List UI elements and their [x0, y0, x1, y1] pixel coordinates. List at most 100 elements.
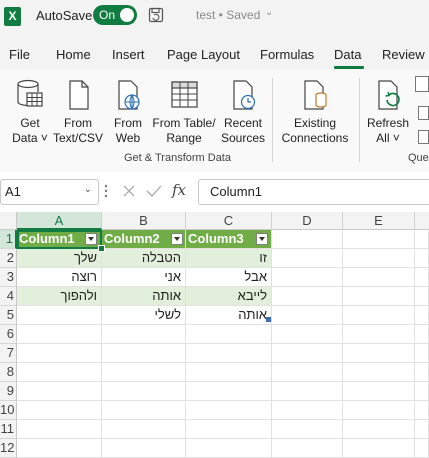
refresh-all-button[interactable]: Refresh All ˅ [364, 78, 412, 146]
recent-sources-button[interactable]: Recent Sources [219, 78, 267, 146]
from-table-range-button[interactable]: From Table/ Range [150, 78, 218, 146]
grid-cell[interactable] [17, 363, 102, 382]
table-header-column3[interactable]: Column3 [186, 230, 272, 249]
table-cell[interactable]: אותה [186, 306, 272, 325]
grid-cell[interactable] [17, 344, 102, 363]
grid-cell[interactable] [343, 230, 415, 249]
document-title[interactable]: test • Saved [196, 8, 260, 22]
table-cell[interactable]: אבל [186, 268, 272, 287]
save-icon[interactable] [148, 7, 164, 23]
more-options-icon[interactable] [104, 184, 108, 198]
grid-cell[interactable] [415, 325, 429, 344]
row-header-6[interactable]: 6 [0, 325, 17, 344]
grid-cell[interactable] [343, 420, 415, 439]
grid-cell[interactable] [343, 382, 415, 401]
from-text-csv-button[interactable]: From Text/CSV [52, 78, 104, 146]
grid-cell[interactable] [272, 249, 343, 268]
fill-handle[interactable] [98, 245, 105, 252]
table-cell[interactable]: לייבא [186, 287, 272, 306]
column-header-b[interactable]: B [102, 212, 186, 230]
table-cell[interactable]: שלך [17, 249, 102, 268]
grid-cell[interactable] [17, 401, 102, 420]
chevron-down-icon[interactable]: ⌄ [84, 184, 92, 195]
grid-cell[interactable] [343, 439, 415, 458]
grid-cell[interactable] [343, 325, 415, 344]
grid-cell[interactable] [17, 420, 102, 439]
select-all-button[interactable] [0, 212, 17, 230]
table-cell[interactable]: אני [102, 268, 186, 287]
grid-cell[interactable] [415, 363, 429, 382]
row-header-2[interactable]: 2 [0, 249, 17, 268]
grid-cell[interactable] [415, 287, 429, 306]
grid-cell[interactable] [272, 287, 343, 306]
chevron-down-icon[interactable]: ⌄ [265, 7, 273, 18]
grid-cell[interactable] [272, 344, 343, 363]
grid-cell[interactable] [17, 382, 102, 401]
row-header-7[interactable]: 7 [0, 344, 17, 363]
grid-cell[interactable] [415, 230, 429, 249]
name-box[interactable]: A1 ⌄ [0, 179, 99, 205]
grid-cell[interactable] [186, 344, 272, 363]
grid-cell[interactable] [186, 325, 272, 344]
row-header-12[interactable]: 12 [0, 439, 17, 458]
grid-cell[interactable] [272, 363, 343, 382]
insert-function-button[interactable]: fx [172, 181, 186, 199]
row-header-10[interactable]: 10 [0, 401, 17, 420]
grid-cell[interactable] [415, 439, 429, 458]
row-header-4[interactable]: 4 [0, 287, 17, 306]
grid-cell[interactable] [343, 363, 415, 382]
grid-cell[interactable] [415, 401, 429, 420]
table-cell[interactable]: לשלי [102, 306, 186, 325]
column-header-c[interactable]: C [186, 212, 272, 230]
row-header-11[interactable]: 11 [0, 420, 17, 439]
grid-cell[interactable] [272, 268, 343, 287]
table-cell[interactable]: ולהפוך [17, 287, 102, 306]
grid-cell[interactable] [343, 268, 415, 287]
grid-cell[interactable] [272, 420, 343, 439]
grid-cell[interactable] [343, 249, 415, 268]
grid-cell[interactable] [415, 420, 429, 439]
table-cell[interactable]: אותה [102, 287, 186, 306]
grid-cell[interactable] [272, 382, 343, 401]
table-cell[interactable]: זו [186, 249, 272, 268]
row-header-3[interactable]: 3 [0, 268, 17, 287]
grid-cell[interactable] [415, 268, 429, 287]
grid-cell[interactable] [272, 230, 343, 249]
table-cell[interactable] [17, 306, 102, 325]
grid-cell[interactable] [102, 401, 186, 420]
grid-cell[interactable] [102, 344, 186, 363]
column-header-d[interactable]: D [272, 212, 343, 230]
table-header-column2[interactable]: Column2 [102, 230, 186, 249]
grid-cell[interactable] [343, 401, 415, 420]
tab-file[interactable]: File [9, 47, 30, 62]
grid-cell[interactable] [272, 306, 343, 325]
grid-cell[interactable] [415, 249, 429, 268]
from-web-button[interactable]: From Web [108, 78, 148, 146]
autosave-toggle[interactable]: On [93, 5, 137, 25]
grid-cell[interactable] [102, 325, 186, 344]
filter-dropdown-icon[interactable] [171, 233, 183, 245]
cancel-icon[interactable] [122, 184, 136, 198]
tab-review[interactable]: Review [382, 47, 425, 62]
grid-cell[interactable] [343, 287, 415, 306]
tab-data[interactable]: Data [334, 47, 361, 62]
tab-formulas[interactable]: Formulas [260, 47, 314, 62]
tab-home[interactable]: Home [56, 47, 91, 62]
grid-cell[interactable] [17, 325, 102, 344]
column-header-a[interactable]: A [17, 212, 102, 230]
grid-cell[interactable] [415, 382, 429, 401]
grid-cell[interactable] [272, 439, 343, 458]
grid-cell[interactable] [186, 382, 272, 401]
tab-insert[interactable]: Insert [112, 47, 145, 62]
table-cell[interactable]: רוצה [17, 268, 102, 287]
row-header-9[interactable]: 9 [0, 382, 17, 401]
grid-cell[interactable] [343, 344, 415, 363]
grid-cell[interactable] [102, 382, 186, 401]
tab-page-layout[interactable]: Page Layout [167, 47, 240, 62]
properties-icon[interactable] [418, 106, 429, 120]
filter-dropdown-icon[interactable] [256, 233, 268, 245]
grid-cell[interactable] [186, 363, 272, 382]
enter-icon[interactable] [146, 184, 162, 198]
grid-cell[interactable] [186, 420, 272, 439]
row-header-8[interactable]: 8 [0, 363, 17, 382]
